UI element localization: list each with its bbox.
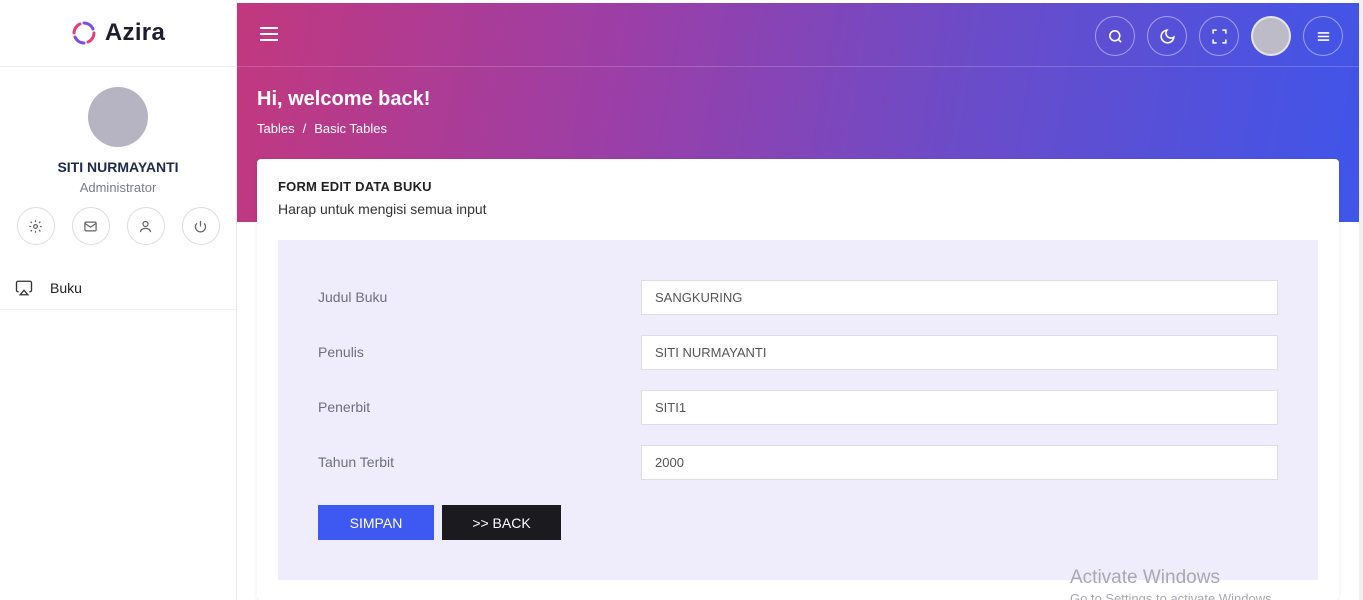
tahun-terbit-input[interactable] — [641, 445, 1278, 480]
profile-avatar[interactable] — [88, 87, 148, 147]
form-title: FORM EDIT DATA BUKU — [278, 179, 432, 194]
penulis-input[interactable] — [641, 335, 1278, 370]
form-row-tahun-terbit: Tahun Terbit — [318, 445, 1278, 480]
moon-icon — [1159, 28, 1175, 44]
search-icon — [1108, 29, 1122, 43]
scrollbar-track[interactable] — [1359, 0, 1363, 600]
breadcrumb-basic-tables: Basic Tables — [314, 121, 387, 136]
penerbit-label: Penerbit — [318, 399, 371, 415]
form-area: Judul Buku Penulis Penerbit Tahun Terbit… — [278, 240, 1318, 580]
form-row-penulis: Penulis — [318, 335, 1278, 370]
form-row-penerbit: Penerbit — [318, 390, 1278, 425]
penerbit-input[interactable] — [641, 390, 1278, 425]
user-profile: SITI NURMAYANTI Administrator — [0, 67, 236, 245]
search-button[interactable] — [1095, 16, 1135, 56]
azira-logo-icon — [72, 21, 96, 45]
brand-name: Azira — [104, 19, 166, 46]
breadcrumb: Tables / Basic Tables — [257, 121, 387, 136]
topbar — [237, 3, 1359, 67]
form-row-judul-buku: Judul Buku — [318, 280, 1278, 315]
fullscreen-button[interactable] — [1199, 16, 1239, 56]
profile-role: Administrator — [79, 180, 157, 195]
save-button[interactable]: SIMPAN — [318, 505, 434, 540]
page-greeting: Hi, welcome back! — [257, 88, 431, 110]
profile-actions — [0, 207, 236, 245]
penulis-label: Penulis — [318, 344, 364, 360]
windows-activation-subtitle: Go to Settings to activate Windows. — [1070, 591, 1276, 600]
profile-name: SITI NURMAYANTI — [57, 159, 179, 175]
sidebar: Azira SITI NURMAYANTI Administrator Buku — [0, 0, 237, 600]
judul-buku-input[interactable] — [641, 280, 1278, 315]
breadcrumb-tables[interactable]: Tables — [257, 121, 295, 136]
sidebar-item-label: Buku — [50, 280, 82, 296]
sidebar-item-buku[interactable]: Buku — [0, 267, 236, 310]
topbar-actions — [1095, 16, 1343, 56]
fullscreen-icon — [1211, 28, 1227, 44]
judul-buku-label: Judul Buku — [318, 289, 388, 305]
power-icon — [194, 220, 207, 232]
dark-mode-toggle[interactable] — [1147, 16, 1187, 56]
windows-activation-title: Activate Windows — [1070, 567, 1220, 588]
brand[interactable]: Azira — [0, 0, 236, 67]
mail-button[interactable] — [71, 207, 110, 245]
tahun-terbit-label: Tahun Terbit — [318, 454, 395, 470]
settings-button[interactable] — [16, 207, 55, 245]
menu-icon — [1317, 31, 1329, 41]
airplay-icon — [15, 280, 33, 296]
user-icon — [139, 220, 152, 232]
form-card: FORM EDIT DATA BUKU Harap untuk mengisi … — [257, 159, 1339, 600]
form-subtitle: Harap untuk mengisi semua input — [278, 201, 487, 217]
breadcrumb-separator: / — [302, 121, 307, 136]
gear-icon — [29, 219, 42, 233]
mail-icon — [84, 221, 97, 231]
hamburger-menu-icon[interactable] — [259, 25, 279, 43]
profile-button[interactable] — [126, 207, 165, 245]
back-button[interactable]: >> BACK — [442, 505, 561, 540]
logout-button[interactable] — [181, 207, 220, 245]
user-avatar[interactable] — [1251, 16, 1291, 56]
menu-button[interactable] — [1303, 16, 1343, 56]
